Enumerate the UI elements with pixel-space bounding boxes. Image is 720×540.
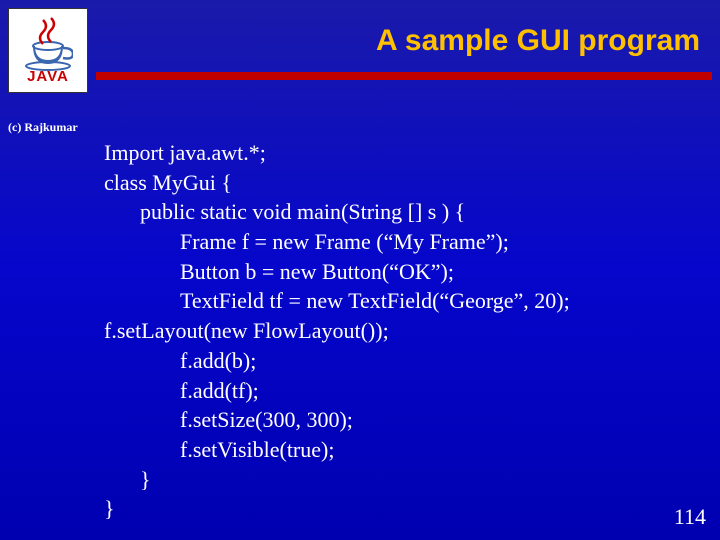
- code-line: }: [104, 494, 700, 524]
- code-line: class MyGui {: [104, 168, 700, 198]
- code-line: f.add(tf);: [104, 376, 700, 406]
- java-logo: JAVA: [8, 8, 88, 93]
- copyright-credit: (c) Rajkumar: [8, 120, 78, 135]
- code-line: TextField tf = new TextField(“George”, 2…: [104, 286, 700, 316]
- java-cup-icon: [23, 16, 73, 71]
- code-line: f.add(b);: [104, 346, 700, 376]
- page-number: 114: [674, 504, 706, 530]
- code-line: }: [104, 465, 700, 495]
- code-line: Import java.awt.*;: [104, 138, 700, 168]
- code-block: Import java.awt.*; class MyGui { public …: [104, 138, 700, 524]
- code-line: f.setSize(300, 300);: [104, 405, 700, 435]
- code-line: f.setVisible(true);: [104, 435, 700, 465]
- code-line: Frame f = new Frame (“My Frame”);: [104, 227, 700, 257]
- code-line: f.setLayout(new FlowLayout());: [104, 316, 700, 346]
- title-underline: [96, 72, 712, 80]
- code-line: Button b = new Button(“OK”);: [104, 257, 700, 287]
- slide-title: A sample GUI program: [376, 24, 700, 58]
- code-line: public static void main(String [] s ) {: [104, 197, 700, 227]
- java-logo-label: JAVA: [27, 68, 69, 85]
